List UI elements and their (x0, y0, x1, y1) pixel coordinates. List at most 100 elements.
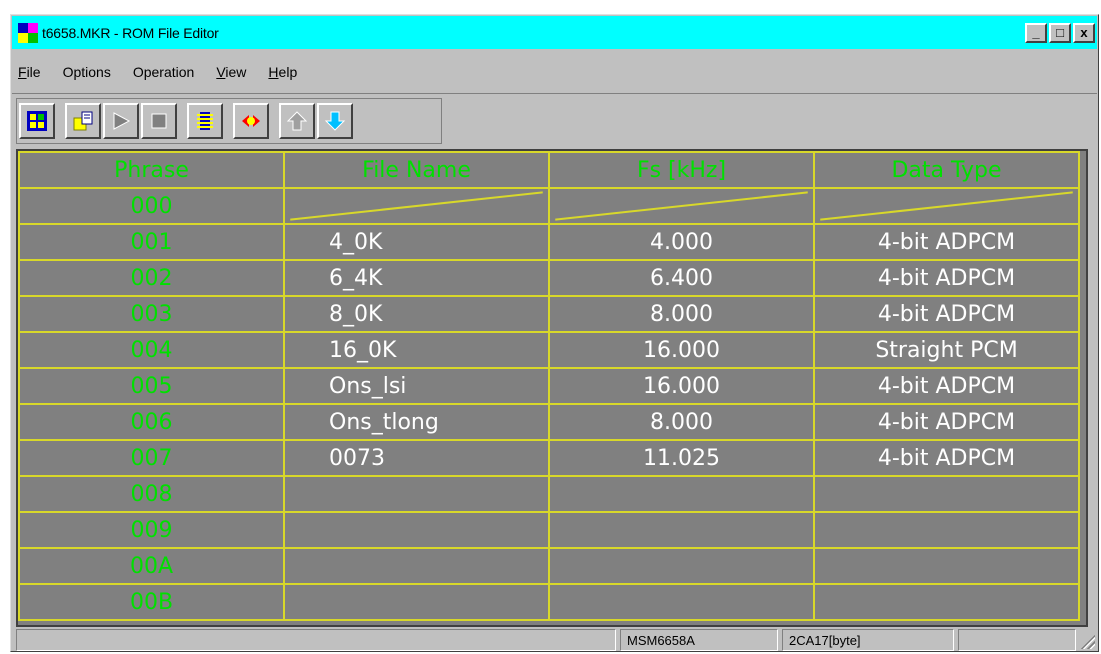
header-row: Phrase File Name Fs [kHz] Data Type (18, 151, 1080, 189)
file-name-cell[interactable] (283, 187, 550, 225)
move-down-button[interactable] (317, 103, 353, 139)
play-icon (113, 112, 131, 130)
data-type-cell[interactable] (813, 511, 1080, 549)
file-name-cell[interactable]: 0073 (283, 439, 550, 477)
data-type-cell[interactable]: 4-bit ADPCM (813, 403, 1080, 441)
phrase-cell[interactable]: 008 (18, 475, 285, 513)
convert-button[interactable] (233, 103, 269, 139)
file-name-cell[interactable]: Ons_tlong (283, 403, 550, 441)
table-row[interactable]: 009 (18, 511, 1080, 549)
open-button[interactable] (19, 103, 55, 139)
phrase-cell[interactable]: 009 (18, 511, 285, 549)
menu-item[interactable]: Operation (133, 64, 194, 80)
menu-item[interactable]: View (216, 64, 246, 80)
window-title: t6658.MKR - ROM File Editor (42, 24, 219, 41)
menu-label: Operation (132, 64, 195, 80)
data-type-cell[interactable]: 4-bit ADPCM (813, 367, 1080, 405)
toolbar (16, 98, 442, 144)
fs-cell[interactable] (548, 187, 815, 225)
fs-cell[interactable] (548, 511, 815, 549)
table-row[interactable]: 007 0073 11.025 4-bit ADPCM (18, 439, 1080, 477)
file-name-cell[interactable]: 4_0K (283, 223, 550, 261)
menu-label: iew (225, 64, 247, 80)
table-row[interactable]: 006 Ons_tlong 8.000 4-bit ADPCM (18, 403, 1080, 441)
data-type-cell[interactable]: Straight PCM (813, 331, 1080, 369)
menu-label: Options (62, 64, 111, 80)
data-type-cell[interactable]: 4-bit ADPCM (813, 295, 1080, 333)
phrase-grid[interactable]: Phrase File Name Fs [kHz] Data Type 000 0… (16, 149, 1088, 627)
table-row[interactable]: 00B (18, 583, 1080, 621)
fs-cell[interactable]: 11.025 (548, 439, 815, 477)
move-up-button[interactable] (279, 103, 315, 139)
fs-cell[interactable] (548, 583, 815, 621)
fs-cell[interactable]: 16.000 (548, 367, 815, 405)
stop-button[interactable] (141, 103, 177, 139)
menu-accelerator: F (18, 64, 27, 80)
phrase-cell[interactable]: 002 (18, 259, 285, 297)
table-row[interactable]: 00A (18, 547, 1080, 585)
file-name-cell[interactable] (283, 583, 550, 621)
status-size: 2CA17[byte] (782, 629, 954, 651)
data-type-cell[interactable]: 4-bit ADPCM (813, 439, 1080, 477)
table-row[interactable]: 005 Ons_lsi 16.000 4-bit ADPCM (18, 367, 1080, 405)
status-message (16, 629, 616, 651)
table-row[interactable]: 008 (18, 475, 1080, 513)
fs-cell[interactable] (548, 475, 815, 513)
maximize-button[interactable]: □ (1049, 22, 1071, 43)
phrase-cell[interactable]: 000 (18, 187, 285, 225)
fs-cell[interactable]: 16.000 (548, 331, 815, 369)
data-type-cell[interactable]: 4-bit ADPCM (813, 223, 1080, 261)
column-header-phrase[interactable]: Phrase (18, 151, 285, 189)
data-type-cell[interactable]: 4-bit ADPCM (813, 259, 1080, 297)
column-header-data-type[interactable]: Data Type (813, 151, 1080, 189)
data-type-cell[interactable] (813, 187, 1080, 225)
play-button[interactable] (103, 103, 139, 139)
table-row[interactable]: 004 16_0K 16.000 Straight PCM (18, 331, 1080, 369)
fs-cell[interactable] (548, 547, 815, 585)
status-bar: MSM6658A 2CA17[byte] (12, 629, 1097, 651)
new-button[interactable] (65, 103, 101, 139)
column-header-file-name[interactable]: File Name (283, 151, 550, 189)
column-header-fs[interactable]: Fs [kHz] (548, 151, 815, 189)
close-button[interactable]: x (1073, 22, 1095, 43)
fs-cell[interactable]: 8.000 (548, 295, 815, 333)
data-type-cell[interactable] (813, 583, 1080, 621)
menu-item[interactable]: Options (63, 64, 111, 80)
menu-bar: File Options Operation View Help (12, 51, 1097, 93)
window-controls: _ □ x (1025, 22, 1095, 43)
resize-grip[interactable] (1079, 633, 1095, 649)
table-row[interactable]: 001 4_0K 4.000 4-bit ADPCM (18, 223, 1080, 261)
file-name-cell[interactable]: Ons_lsi (283, 367, 550, 405)
chip-icon (197, 112, 213, 130)
file-name-cell[interactable]: 8_0K (283, 295, 550, 333)
stop-icon (151, 113, 167, 129)
phrase-cell[interactable]: 007 (18, 439, 285, 477)
fs-cell[interactable]: 4.000 (548, 223, 815, 261)
menu-item[interactable]: File (18, 64, 41, 80)
minimize-button[interactable]: _ (1025, 22, 1047, 43)
file-name-cell[interactable] (283, 475, 550, 513)
data-type-cell[interactable] (813, 547, 1080, 585)
phrase-cell[interactable]: 00B (18, 583, 285, 621)
file-name-cell[interactable] (283, 547, 550, 585)
phrase-cell[interactable]: 001 (18, 223, 285, 261)
file-name-cell[interactable]: 16_0K (283, 331, 550, 369)
title-bar[interactable]: t6658.MKR - ROM File Editor _ □ x (12, 16, 1097, 49)
menu-item[interactable]: Help (268, 64, 297, 80)
fs-cell[interactable]: 8.000 (548, 403, 815, 441)
convert-icon (242, 115, 260, 127)
phrase-cell[interactable]: 005 (18, 367, 285, 405)
data-type-cell[interactable] (813, 475, 1080, 513)
file-name-cell[interactable]: 6_4K (283, 259, 550, 297)
phrase-cell[interactable]: 003 (18, 295, 285, 333)
table-row[interactable]: 003 8_0K 8.000 4-bit ADPCM (18, 295, 1080, 333)
phrase-cell[interactable]: 004 (18, 331, 285, 369)
phrase-cell[interactable]: 00A (18, 547, 285, 585)
fs-cell[interactable]: 6.400 (548, 259, 815, 297)
table-row[interactable]: 002 6_4K 6.400 4-bit ADPCM (18, 259, 1080, 297)
app-icon[interactable] (18, 22, 38, 43)
phrase-cell[interactable]: 006 (18, 403, 285, 441)
table-row[interactable]: 000 (18, 187, 1080, 225)
file-name-cell[interactable] (283, 511, 550, 549)
chip-button[interactable] (187, 103, 223, 139)
